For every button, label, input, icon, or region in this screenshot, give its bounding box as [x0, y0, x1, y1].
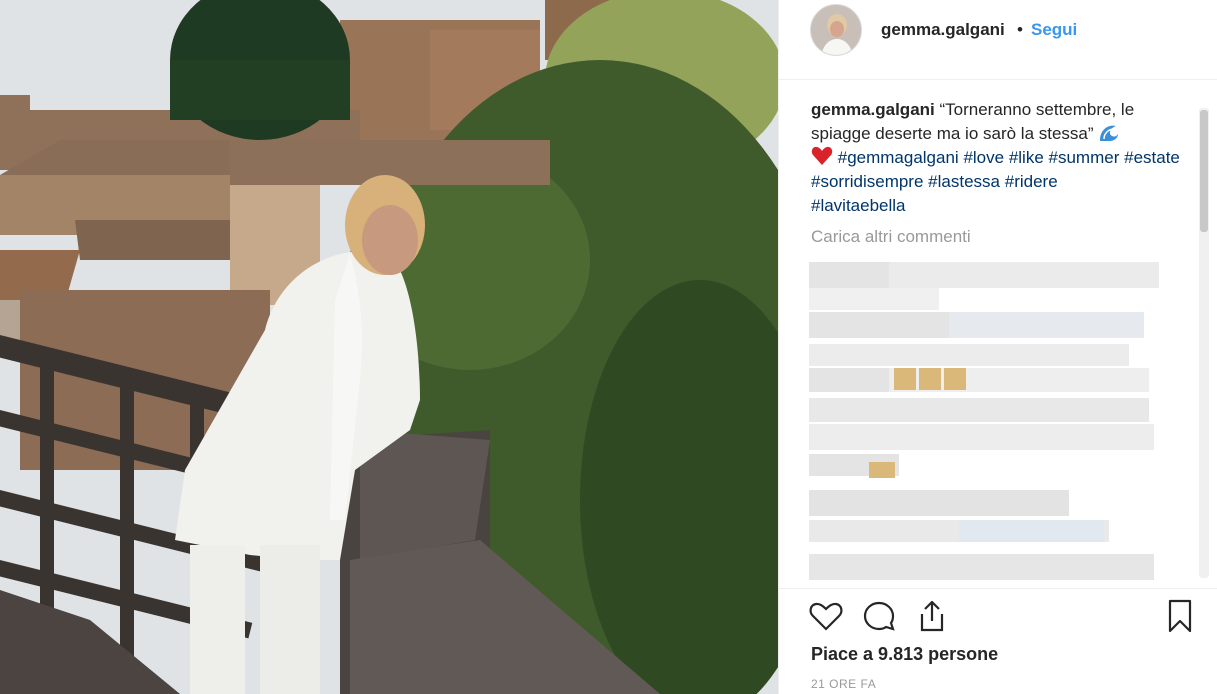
hashtag-link[interactable]: #lavitaebella — [811, 196, 906, 215]
pixelated-comments-image — [809, 262, 1159, 580]
blurred-comments — [809, 258, 1169, 588]
follow-button[interactable]: Segui — [1031, 20, 1077, 40]
comments-scrollbar-thumb[interactable] — [1200, 110, 1208, 232]
avatar-image — [811, 5, 861, 55]
caption: gemma.galgani “Torneranno settembre, le … — [811, 98, 1181, 218]
post-details-panel: gemma.galgani • Segui gemma.galgani “Tor… — [778, 0, 1217, 694]
post-photo[interactable] — [0, 0, 778, 694]
hashtag-link[interactable]: #ridere — [1005, 172, 1058, 191]
heart-icon[interactable] — [808, 598, 844, 634]
hashtag-link[interactable]: #summer — [1049, 148, 1120, 167]
post-timestamp[interactable]: 21 ORE FA — [811, 677, 876, 691]
avatar[interactable] — [810, 4, 862, 56]
comment-icon[interactable] — [861, 598, 897, 634]
photo-canvas — [0, 0, 778, 694]
hashtag-link[interactable]: #sorridisempre — [811, 172, 923, 191]
username-link[interactable]: gemma.galgani — [881, 20, 1005, 40]
hashtag-link[interactable]: #lastessa — [928, 172, 1000, 191]
hashtag-link[interactable]: #love — [963, 148, 1004, 167]
post-header: gemma.galgani • Segui — [779, 0, 1217, 80]
wave-emoji-icon — [1100, 125, 1119, 141]
hashtag-link[interactable]: #like — [1009, 148, 1044, 167]
post-actions-bar — [779, 588, 1217, 640]
load-more-comments-button[interactable]: Carica altri commenti — [811, 227, 971, 247]
red-heart-emoji-icon — [811, 146, 833, 165]
bookmark-icon[interactable] — [1162, 598, 1198, 634]
caption-username[interactable]: gemma.galgani — [811, 100, 935, 119]
hashtag-link[interactable]: #gemmagalgani — [838, 148, 959, 167]
share-icon[interactable] — [914, 598, 950, 634]
likes-count[interactable]: Piace a 9.813 persone — [811, 644, 998, 665]
hashtag-link[interactable]: #estate — [1124, 148, 1180, 167]
separator-dot: • — [1017, 20, 1023, 39]
